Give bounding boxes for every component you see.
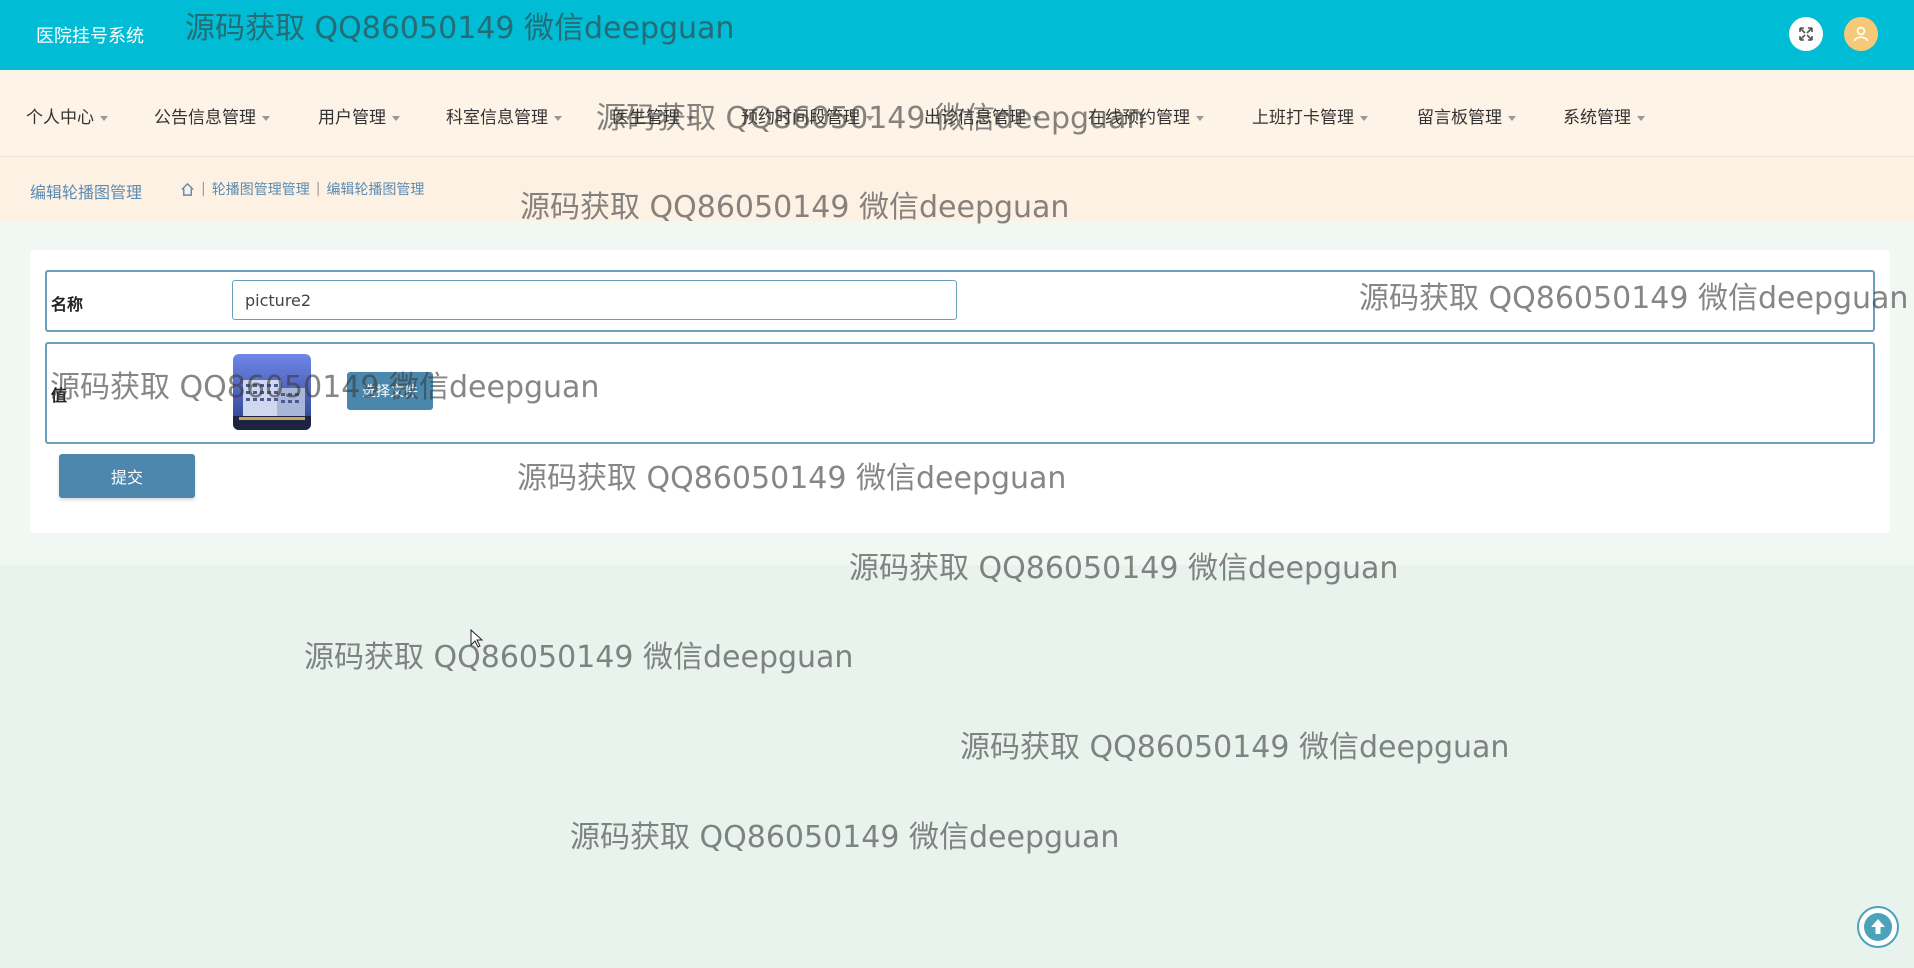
- back-to-top-button[interactable]: [1857, 906, 1899, 948]
- fullscreen-button[interactable]: [1789, 17, 1823, 51]
- breadcrumb-separator: |: [201, 181, 206, 197]
- breadcrumb: | 轮播图管理管理 | 编辑轮播图管理: [180, 179, 424, 199]
- caret-down-icon: [1360, 115, 1368, 121]
- page-title: 编辑轮播图管理: [30, 183, 143, 202]
- breadcrumb-separator: |: [315, 181, 321, 197]
- breadcrumb-current: 编辑轮播图管理: [326, 182, 425, 198]
- nav-item-label: 留言板管理: [1417, 108, 1502, 128]
- breadcrumb-link-carousel-management[interactable]: 轮播图管理管理: [212, 179, 310, 199]
- form-row-name: 名称: [45, 270, 1875, 332]
- nav-item-label: 个人中心: [26, 108, 94, 128]
- nav-item-doctor-management[interactable]: 医生管理: [612, 103, 694, 128]
- nav-item-message-board-management[interactable]: 留言板管理: [1417, 103, 1516, 128]
- nav-item-label: 公告信息管理: [154, 108, 256, 128]
- nav-item-department-management[interactable]: 科室信息管理: [446, 103, 562, 128]
- home-icon[interactable]: [180, 182, 195, 197]
- nav-item-timeslot-management[interactable]: 预约时间段管理: [741, 103, 874, 128]
- arrow-up-icon: [1864, 913, 1892, 941]
- caret-down-icon: [686, 115, 694, 121]
- nav-item-system-management[interactable]: 系统管理: [1563, 103, 1645, 128]
- caret-down-icon: [1196, 115, 1204, 121]
- fullscreen-icon: [1799, 27, 1813, 41]
- caret-down-icon: [1637, 115, 1645, 121]
- name-input[interactable]: [232, 280, 957, 320]
- form-row-value: 值 选择文件: [45, 342, 1875, 444]
- watermark-text: 源码获取 QQ86050149 微信deepguan: [304, 640, 854, 675]
- caret-down-icon: [1508, 115, 1516, 121]
- nav-item-label: 在线预约管理: [1088, 108, 1190, 128]
- submit-button[interactable]: 提交: [59, 454, 195, 498]
- nav-item-notice-management[interactable]: 公告信息管理: [154, 103, 270, 128]
- user-avatar-icon: [1853, 26, 1869, 42]
- caret-down-icon: [392, 115, 400, 121]
- user-avatar-button[interactable]: [1844, 17, 1878, 51]
- caret-down-icon: [866, 115, 874, 121]
- hospital-building-image: [233, 354, 311, 430]
- breadcrumb-bar: 编辑轮播图管理 | 轮播图管理管理 | 编辑轮播图管理: [0, 157, 1914, 221]
- nav-item-label: 上班打卡管理: [1252, 108, 1354, 128]
- caret-down-icon: [262, 115, 270, 121]
- carousel-image-thumbnail[interactable]: [233, 354, 311, 430]
- caret-down-icon: [554, 115, 562, 121]
- nav-item-label: 系统管理: [1563, 108, 1631, 128]
- nav-item-user-management[interactable]: 用户管理: [318, 103, 400, 128]
- caret-down-icon: [1032, 115, 1040, 121]
- app-title: 医院挂号系统: [36, 26, 144, 47]
- nav-item-label: 出诊信息管理: [924, 108, 1026, 128]
- main-nav: 个人中心 公告信息管理 用户管理 科室信息管理 医生管理 预约时间段管理 出诊信…: [0, 70, 1914, 157]
- name-label: 名称: [51, 295, 84, 314]
- value-label: 值: [51, 386, 68, 405]
- choose-file-button[interactable]: 选择文件: [347, 372, 433, 410]
- nav-item-online-booking-management[interactable]: 在线预约管理: [1088, 103, 1204, 128]
- watermark-text: 源码获取 QQ86050149 微信deepguan: [960, 730, 1510, 765]
- watermark-text: 源码获取 QQ86050149 微信deepguan: [570, 820, 1120, 855]
- nav-item-label: 科室信息管理: [446, 108, 548, 128]
- nav-item-clock-in-management[interactable]: 上班打卡管理: [1252, 103, 1368, 128]
- caret-down-icon: [100, 115, 108, 121]
- top-header: 医院挂号系统: [0, 0, 1914, 70]
- mouse-cursor-icon: [470, 629, 484, 648]
- nav-item-personal-center[interactable]: 个人中心: [26, 103, 108, 128]
- nav-item-visit-info-management[interactable]: 出诊信息管理: [924, 103, 1040, 128]
- nav-item-label: 医生管理: [612, 108, 680, 128]
- nav-item-label: 用户管理: [318, 108, 386, 128]
- nav-item-label: 预约时间段管理: [741, 108, 860, 128]
